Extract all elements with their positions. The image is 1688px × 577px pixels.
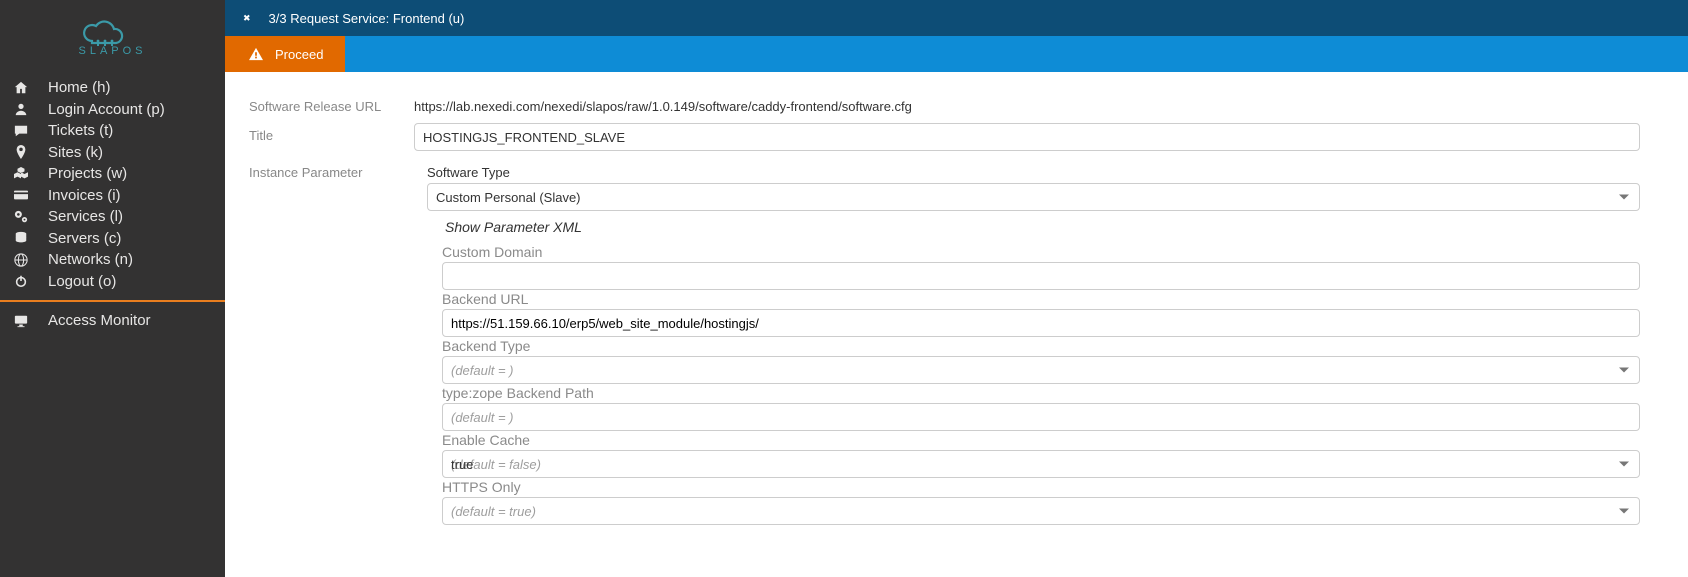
label-custom-domain: Custom Domain bbox=[442, 244, 1640, 260]
sidebar-item-label: Home (h) bbox=[48, 79, 111, 96]
label-enable-cache: Enable Cache bbox=[442, 432, 1640, 448]
select-value: true bbox=[451, 457, 473, 472]
sidebar-item-servers[interactable]: Servers (c) bbox=[0, 228, 225, 250]
zope-backend-path-input[interactable]: (default = ) bbox=[442, 403, 1640, 431]
label-software-type: Software Type bbox=[427, 165, 1640, 180]
sidebar-item-projects[interactable]: Projects (w) bbox=[0, 163, 225, 185]
sidebar-item-label: Access Monitor bbox=[48, 312, 151, 329]
proceed-button[interactable]: Proceed bbox=[225, 36, 345, 72]
sidebar-item-label: Services (l) bbox=[48, 208, 123, 225]
database-icon bbox=[14, 231, 32, 245]
select-placeholder: (default = true) bbox=[451, 504, 536, 519]
sidebar-item-label: Logout (o) bbox=[48, 273, 116, 290]
input-placeholder: (default = ) bbox=[451, 410, 514, 425]
sidebar-item-label: Projects (w) bbox=[48, 165, 127, 182]
https-only-select[interactable]: (default = true) bbox=[442, 497, 1640, 525]
sidebar-item-logout[interactable]: Logout (o) bbox=[0, 271, 225, 293]
desktop-icon bbox=[14, 314, 32, 328]
sidebar-item-invoices[interactable]: Invoices (i) bbox=[0, 185, 225, 207]
header-bar: ✖ 3/3 Request Service: Frontend (u) bbox=[225, 0, 1688, 36]
secondary-header: Proceed bbox=[225, 36, 1688, 72]
proceed-label: Proceed bbox=[275, 47, 323, 62]
map-marker-icon bbox=[14, 145, 32, 159]
sidebar-item-services[interactable]: Services (l) bbox=[0, 206, 225, 228]
label-zope-backend-path: type:zope Backend Path bbox=[442, 385, 1640, 401]
brand-text: SLAPOS bbox=[78, 45, 146, 57]
sidebar: SLAPOS Home (h) Login Account (p) Ticket… bbox=[0, 0, 225, 577]
title-input[interactable] bbox=[414, 123, 1640, 151]
sidebar-item-label: Sites (k) bbox=[48, 144, 103, 161]
sidebar-item-tickets[interactable]: Tickets (t) bbox=[0, 120, 225, 142]
brand-logo[interactable]: SLAPOS bbox=[0, 0, 225, 75]
home-icon bbox=[14, 81, 32, 95]
warning-icon bbox=[249, 47, 263, 61]
label-instance-parameter: Instance Parameter bbox=[249, 160, 414, 525]
sidebar-item-networks[interactable]: Networks (n) bbox=[0, 249, 225, 271]
label-https-only: HTTPS Only bbox=[442, 479, 1640, 495]
backend-type-select[interactable]: (default = ) bbox=[442, 356, 1640, 384]
sidebar-item-login[interactable]: Login Account (p) bbox=[0, 99, 225, 121]
sidebar-nav: Home (h) Login Account (p) Tickets (t) S… bbox=[0, 75, 225, 332]
software-release-url: https://lab.nexedi.com/nexedi/slapos/raw… bbox=[414, 94, 1640, 114]
show-parameter-xml-link[interactable]: Show Parameter XML bbox=[427, 211, 582, 243]
cogs-icon bbox=[14, 210, 32, 224]
enable-cache-select[interactable]: (default = false) true bbox=[442, 450, 1640, 478]
sidebar-item-label: Networks (n) bbox=[48, 251, 133, 268]
label-backend-url: Backend URL bbox=[442, 291, 1640, 307]
sidebar-item-label: Invoices (i) bbox=[48, 187, 121, 204]
close-icon[interactable]: ✖ bbox=[243, 13, 251, 24]
globe-icon bbox=[14, 253, 32, 267]
sidebar-item-label: Tickets (t) bbox=[48, 122, 113, 139]
sidebar-item-monitor[interactable]: Access Monitor bbox=[0, 310, 225, 332]
select-placeholder: (default = ) bbox=[451, 363, 514, 378]
credit-card-icon bbox=[14, 188, 32, 202]
sidebar-item-home[interactable]: Home (h) bbox=[0, 77, 225, 99]
sidebar-item-label: Servers (c) bbox=[48, 230, 121, 247]
sidebar-item-sites[interactable]: Sites (k) bbox=[0, 142, 225, 164]
power-off-icon bbox=[14, 274, 32, 288]
page-title: 3/3 Request Service: Frontend (u) bbox=[269, 11, 465, 26]
cloud-icon bbox=[78, 19, 146, 47]
software-type-select[interactable]: Custom Personal (Slave) bbox=[427, 183, 1640, 211]
user-icon bbox=[14, 102, 32, 116]
backend-url-input[interactable] bbox=[442, 309, 1640, 337]
label-software-release-url: Software Release URL bbox=[249, 94, 414, 114]
cubes-icon bbox=[14, 167, 32, 181]
select-value: Custom Personal (Slave) bbox=[436, 190, 581, 205]
comment-icon bbox=[14, 124, 32, 138]
sidebar-item-label: Login Account (p) bbox=[48, 101, 165, 118]
label-backend-type: Backend Type bbox=[442, 338, 1640, 354]
custom-domain-input[interactable] bbox=[442, 262, 1640, 290]
label-title: Title bbox=[249, 123, 414, 151]
sidebar-separator bbox=[0, 300, 225, 302]
